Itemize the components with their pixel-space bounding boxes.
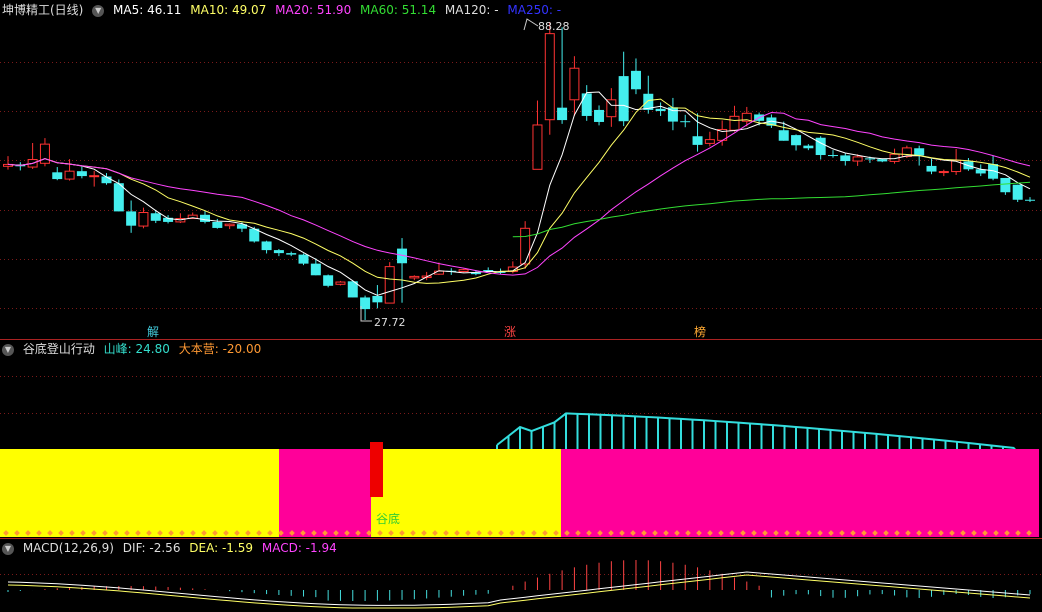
candle-body <box>704 139 715 144</box>
candle-body <box>914 148 925 156</box>
candle-body <box>729 115 740 131</box>
candle-body <box>815 137 826 156</box>
event-marker-bang[interactable]: 榜 <box>694 324 706 339</box>
candle-body <box>557 107 568 121</box>
candle-body <box>360 297 371 310</box>
candle-body <box>52 172 63 180</box>
candle-body <box>864 158 875 160</box>
candle-body <box>1012 184 1023 200</box>
ma60-line <box>512 181 1031 238</box>
peak-line <box>496 412 1015 449</box>
candle-body <box>594 109 605 122</box>
macd-header: ▼ MACD(12,26,9) DIF: -2.56 DEA: -1.59 MA… <box>2 539 342 557</box>
candle-body <box>150 213 161 221</box>
candle-body <box>126 211 137 226</box>
macd-title[interactable]: MACD(12,26,9) <box>23 541 114 555</box>
candle-body <box>113 183 124 212</box>
candle-body <box>298 254 309 264</box>
ma10-label: MA10: 49.07 <box>190 3 267 17</box>
candle-body <box>89 175 100 178</box>
candle-body <box>569 67 580 101</box>
indicator-region-magenta <box>561 449 1039 537</box>
macd-panel <box>7 560 1031 609</box>
dif-line <box>7 571 1031 606</box>
candle-body <box>286 253 297 255</box>
candle-body <box>409 275 420 279</box>
candle-body <box>212 221 223 228</box>
candle-body <box>877 159 888 162</box>
candle-body <box>630 70 641 90</box>
event-marker-zhang[interactable]: 涨 <box>504 324 516 339</box>
ma20-label: MA20: 51.90 <box>275 3 352 17</box>
candle-body <box>680 121 691 123</box>
candle-body <box>372 295 383 303</box>
candle-body <box>791 135 802 146</box>
event-marker-jie[interactable]: 解 <box>147 325 159 339</box>
candle-body <box>310 263 321 276</box>
candle-body <box>803 145 814 149</box>
candle-body <box>273 250 284 254</box>
macd-value-label: MACD: -1.94 <box>261 541 337 555</box>
candle-body <box>692 136 703 145</box>
candle-body <box>926 165 937 172</box>
candle-body <box>544 33 555 121</box>
indicator-header: ▼ 谷底登山行动 山峰: 24.80 大本营: -20.00 <box>2 340 266 358</box>
candle-body <box>655 108 666 112</box>
candle-body <box>323 275 334 286</box>
candle-body <box>778 130 789 141</box>
macd-toggle-icon[interactable]: ▼ <box>2 542 14 555</box>
indicator-region-magenta <box>279 449 371 537</box>
basecamp-value-label: 大本营: -20.00 <box>178 342 262 356</box>
ma10-line <box>7 98 1031 284</box>
settings-toggle-icon[interactable]: ▼ <box>92 4 105 17</box>
candle-body <box>938 171 949 174</box>
candle-body <box>458 269 469 273</box>
candle-body <box>520 227 531 265</box>
low-price-label: 27.72 <box>374 316 406 329</box>
candle-body <box>827 155 838 157</box>
candle-body <box>532 124 543 170</box>
candle-body <box>261 241 272 251</box>
candle-body <box>1000 177 1011 193</box>
candle-body <box>224 223 235 227</box>
high-pointer <box>523 18 539 31</box>
valley-signal-bar <box>370 442 383 497</box>
valley-label: 谷底 <box>376 511 400 526</box>
indicator-panel <box>0 412 1039 537</box>
candle-body <box>138 212 149 227</box>
indicator-toggle-icon[interactable]: ▼ <box>2 343 14 356</box>
peak-value-label: 山峰: 24.80 <box>103 342 170 356</box>
ma60-label: MA60: 51.14 <box>360 3 437 17</box>
ma120-label: MA120: - <box>444 3 499 17</box>
candle-body <box>1025 199 1035 201</box>
candle-body <box>840 155 851 162</box>
dif-label: DIF: -2.56 <box>122 541 181 555</box>
candle-body <box>581 93 592 116</box>
chart-canvas: 88.28 27.72 解 涨 榜 谷底 <box>0 18 1042 609</box>
high-price-label: 88.28 <box>538 20 570 33</box>
indicator-title[interactable]: 谷底登山行动 <box>23 342 95 356</box>
dea-label: DEA: -1.59 <box>189 541 254 555</box>
main-header: 坤博精工(日线) ▼ MA5: 46.11 MA10: 49.07 MA20: … <box>2 1 566 19</box>
candle-body <box>200 214 211 222</box>
candle-body <box>39 143 50 164</box>
candle-body <box>384 266 395 304</box>
candlestick-series <box>3 22 1035 320</box>
stock-title: 坤博精工(日线) <box>2 3 84 17</box>
candle-body <box>64 170 75 180</box>
indicator-region-yellow <box>0 449 279 537</box>
candle-body <box>852 156 863 162</box>
ma250-label: MA250: - <box>507 3 562 17</box>
candle-body <box>335 281 346 285</box>
moving-average-lines <box>7 91 1031 296</box>
candle-body <box>618 76 629 122</box>
candle-body <box>76 171 87 177</box>
ma5-label: MA5: 46.11 <box>113 3 182 17</box>
